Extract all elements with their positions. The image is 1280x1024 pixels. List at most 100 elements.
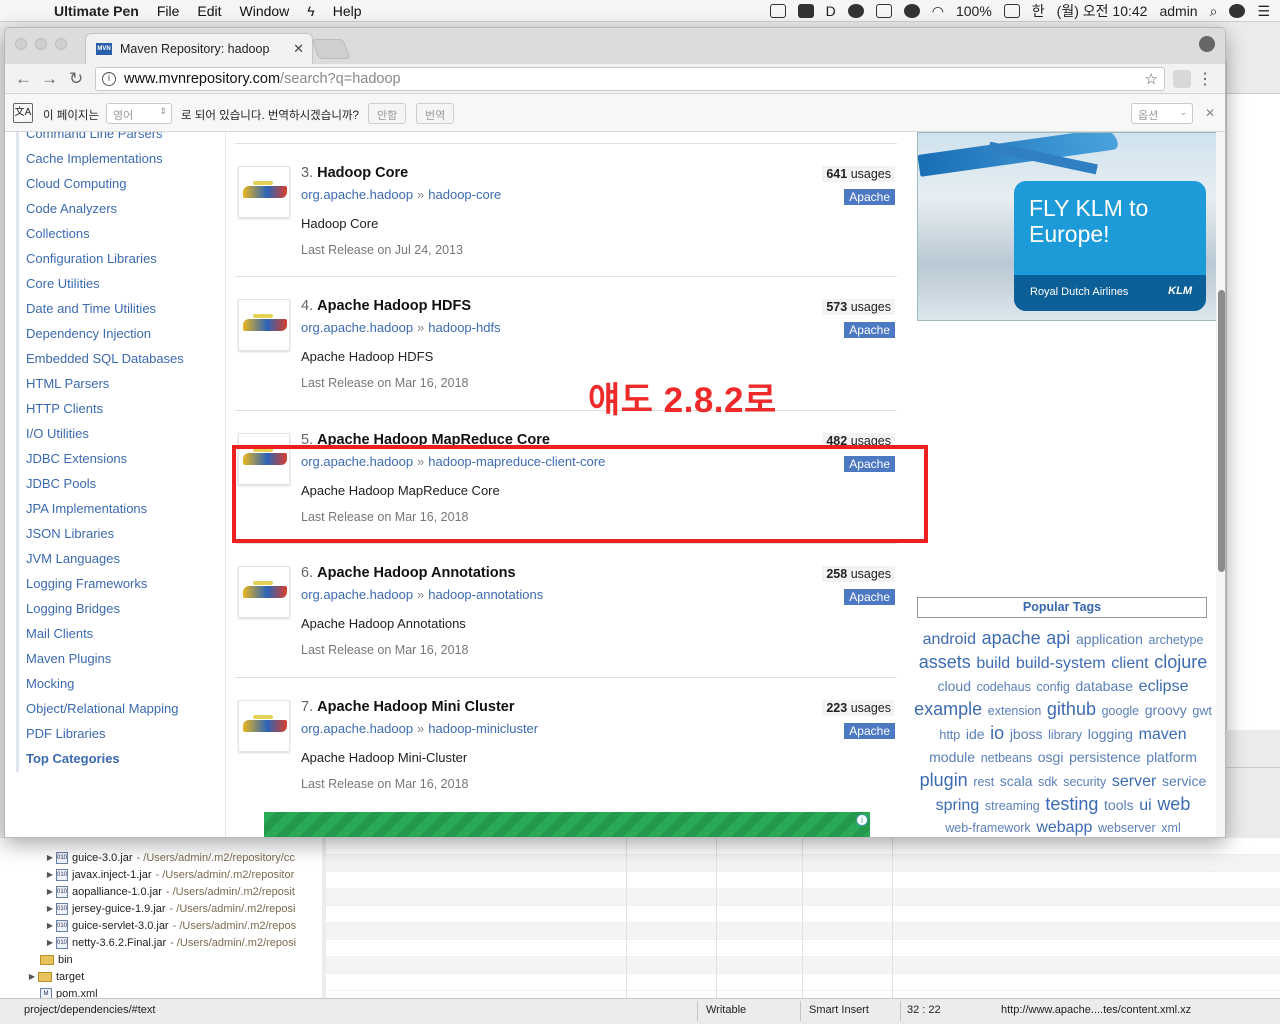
sidebar-link[interactable]: HTTP Clients — [26, 401, 103, 416]
tag-link[interactable]: streaming — [985, 799, 1040, 813]
group-id-link[interactable]: org.apache.hadoop — [301, 587, 413, 602]
tree-row-target[interactable]: ▶ target — [0, 968, 322, 985]
result-name-link[interactable]: Hadoop Core — [317, 165, 408, 181]
bookmark-star-icon[interactable]: ☆ — [1145, 70, 1158, 88]
sidebar-link[interactable]: HTML Parsers — [26, 376, 109, 391]
close-tab-icon[interactable]: ✕ — [293, 41, 304, 57]
dropbox-icon[interactable] — [769, 4, 786, 18]
close-window-button[interactable] — [15, 38, 27, 50]
artifact-id-link[interactable]: hadoop-minicluster — [428, 721, 538, 736]
license-badge[interactable]: Apache — [844, 322, 895, 338]
tag-link[interactable]: tools — [1104, 797, 1134, 813]
group-id-link[interactable]: org.apache.hadoop — [301, 187, 413, 202]
group-id-link[interactable]: org.apache.hadoop — [301, 721, 413, 736]
tag-link[interactable]: maven — [1139, 726, 1187, 743]
sidebar-link[interactable]: Core Utilities — [26, 276, 100, 291]
tag-link[interactable]: assets — [919, 652, 971, 672]
sidebar-link[interactable]: Date and Time Utilities — [26, 301, 156, 316]
menu-kebab-icon[interactable]: ⋮ — [1197, 69, 1213, 89]
page-scrollbar[interactable] — [1216, 132, 1225, 837]
sidebar-link[interactable]: JDBC Extensions — [26, 451, 127, 466]
expand-icon[interactable]: ▶ — [44, 904, 56, 913]
tag-link[interactable]: persistence — [1069, 749, 1141, 765]
license-badge[interactable]: Apache — [844, 723, 895, 739]
tag-link[interactable]: gwt — [1192, 704, 1211, 718]
expand-icon[interactable]: ▶ — [44, 938, 56, 947]
tree-row[interactable]: ▶ 010 jersey-guice-1.9.jar - /Users/admin/.… — [0, 900, 322, 917]
license-badge[interactable]: Apache — [844, 189, 895, 205]
tag-link[interactable]: webserver — [1098, 821, 1156, 835]
tag-link[interactable]: scala — [1000, 773, 1033, 789]
sidebar-link[interactable]: Object/Relational Mapping — [26, 701, 178, 716]
tag-link[interactable]: netbeans — [981, 751, 1032, 765]
menu-help[interactable]: Help — [333, 3, 362, 19]
tag-link[interactable]: archetype — [1149, 633, 1204, 647]
info-icon[interactable]: i — [102, 72, 116, 86]
app-status-icon[interactable] — [797, 4, 814, 18]
result-name-link[interactable]: Apache Hadoop Annotations — [317, 565, 515, 581]
result-name-link[interactable]: Apache Hadoop HDFS — [317, 298, 471, 314]
artifact-id-link[interactable]: hadoop-hdfs — [428, 320, 500, 335]
table-row[interactable] — [326, 889, 1280, 906]
table-row[interactable] — [326, 957, 1280, 974]
tag-link[interactable]: xml — [1161, 821, 1180, 835]
sidebar-link[interactable]: Collections — [26, 226, 90, 241]
zoom-window-button[interactable] — [55, 38, 67, 50]
user-name[interactable]: admin — [1159, 3, 1197, 19]
translate-options-select[interactable]: 옵션 ⌄ — [1131, 103, 1193, 124]
expand-icon[interactable]: ▶ — [44, 870, 56, 879]
tag-link[interactable]: client — [1111, 655, 1148, 672]
tag-link[interactable]: spring — [936, 797, 980, 814]
sidebar-link[interactable]: I/O Utilities — [26, 426, 89, 441]
tag-link[interactable]: testing — [1045, 794, 1098, 814]
d-icon[interactable]: D — [826, 3, 836, 19]
siri-icon[interactable] — [1229, 4, 1246, 18]
tag-link[interactable]: api — [1046, 628, 1070, 648]
extension-icon[interactable] — [1173, 70, 1191, 88]
hadoop-logo-icon[interactable] — [238, 566, 290, 618]
tag-link[interactable]: rest — [973, 775, 994, 789]
tag-link[interactable]: cloud — [938, 678, 971, 694]
tag-link[interactable]: ui — [1139, 797, 1151, 814]
tag-link[interactable]: apache — [982, 628, 1041, 648]
tag-link[interactable]: jboss — [1010, 726, 1043, 742]
scrollbar-thumb[interactable] — [1218, 290, 1225, 572]
sidebar-link[interactable]: Command Line Parsers — [26, 132, 163, 141]
tag-link[interactable]: github — [1047, 699, 1096, 719]
reload-icon[interactable]: ↻ — [69, 69, 83, 89]
translate-button[interactable]: 번역 — [416, 103, 455, 124]
tag-link[interactable]: plugin — [920, 770, 968, 790]
tag-link[interactable]: server — [1112, 773, 1156, 790]
tag-link[interactable]: build-system — [1016, 655, 1106, 672]
minimize-window-button[interactable] — [35, 38, 47, 50]
sidebar-link[interactable]: Maven Plugins — [26, 651, 111, 666]
sidebar-link[interactable]: Cloud Computing — [26, 176, 126, 191]
notification-center-icon[interactable]: ☰ — [1257, 3, 1270, 20]
group-id-link[interactable]: org.apache.hadoop — [301, 320, 413, 335]
clock[interactable]: (월) 오전 10:42 — [1057, 1, 1148, 21]
sidebar-link[interactable]: JVM Languages — [26, 551, 120, 566]
wifi-icon[interactable]: ◠ — [932, 3, 944, 20]
sidebar-link[interactable]: Dependency Injection — [26, 326, 151, 341]
tag-link[interactable]: webapp — [1036, 819, 1092, 836]
lightning-icon[interactable]: ϟ — [307, 3, 314, 19]
tree-row[interactable]: ▶ 010 guice-servlet-3.0.jar - /Users/admin/… — [0, 917, 322, 934]
battery-label[interactable]: 100% — [956, 3, 992, 19]
new-tab-button[interactable] — [311, 39, 351, 59]
tag-link[interactable]: ide — [966, 726, 985, 742]
tree-row[interactable]: ▶ 010 guice-3.0.jar - /Users/admin/.m2/repo… — [0, 849, 322, 866]
tag-link[interactable]: module — [929, 749, 975, 765]
tag-link[interactable]: platform — [1146, 749, 1197, 765]
tag-link[interactable]: sdk — [1038, 775, 1057, 789]
top-categories-link[interactable]: Top Categories — [26, 751, 120, 766]
close-translate-bar-icon[interactable]: ✕ — [1205, 106, 1215, 120]
profile-icon[interactable] — [1199, 36, 1215, 52]
tab-active[interactable]: MVN Maven Repository: hadoop ✕ — [85, 33, 313, 64]
table-row[interactable] — [326, 838, 1280, 855]
sidebar-link[interactable]: Configuration Libraries — [26, 251, 157, 266]
tree-row-bin[interactable]: bin — [0, 951, 322, 968]
hadoop-logo-icon[interactable] — [238, 700, 290, 752]
sidebar-link[interactable]: PDF Libraries — [26, 726, 105, 741]
source-language-select[interactable]: 영어 ⇕ — [106, 103, 172, 124]
table-row[interactable] — [326, 940, 1280, 957]
